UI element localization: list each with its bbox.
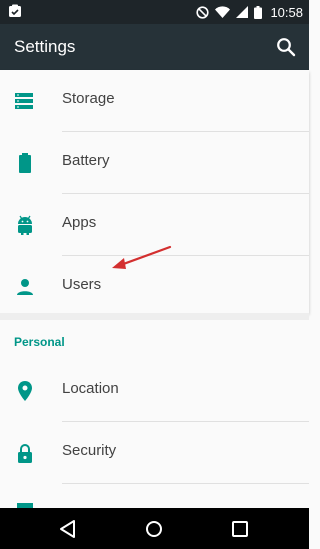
- device-settings-section: Storage Battery Apps Users: [0, 70, 309, 313]
- app-bar: Settings: [0, 24, 309, 70]
- settings-item-label: Location: [62, 380, 119, 397]
- clipboard-notification-icon: [9, 4, 21, 17]
- wifi-icon: [215, 6, 231, 18]
- settings-item-security[interactable]: Security: [0, 422, 309, 484]
- settings-item-location[interactable]: Location: [0, 360, 309, 422]
- settings-item-label: Security: [62, 442, 117, 459]
- cell-signal-icon: [236, 6, 249, 18]
- recents-icon[interactable]: [229, 518, 251, 540]
- person-icon: [17, 279, 33, 295]
- search-icon[interactable]: [275, 36, 297, 58]
- clock: 10:58: [270, 4, 303, 20]
- section-header-personal: Personal: [14, 335, 65, 349]
- android-icon: [18, 215, 32, 235]
- settings-item-label: Battery: [62, 152, 110, 169]
- home-icon[interactable]: [143, 518, 165, 540]
- navigation-bar: [0, 508, 309, 549]
- page-title: Settings: [14, 37, 76, 56]
- do-not-disturb-icon: [196, 5, 210, 19]
- storage-icon: [15, 93, 33, 109]
- back-icon[interactable]: [57, 518, 79, 540]
- status-bar: 10:58: [0, 0, 309, 24]
- settings-item-label: Users: [62, 276, 102, 293]
- section-gap: [0, 313, 309, 320]
- divider: [62, 483, 309, 484]
- settings-item-battery[interactable]: Battery: [0, 132, 309, 194]
- annotation-arrow: [112, 245, 172, 269]
- settings-item-label: Apps: [62, 214, 97, 231]
- lock-icon: [18, 444, 32, 463]
- settings-item-label: Storage: [62, 90, 115, 107]
- battery-icon: [19, 153, 31, 173]
- location-pin-icon: [18, 381, 32, 401]
- settings-item-storage[interactable]: Storage: [0, 70, 309, 132]
- battery-status-icon: [254, 5, 263, 19]
